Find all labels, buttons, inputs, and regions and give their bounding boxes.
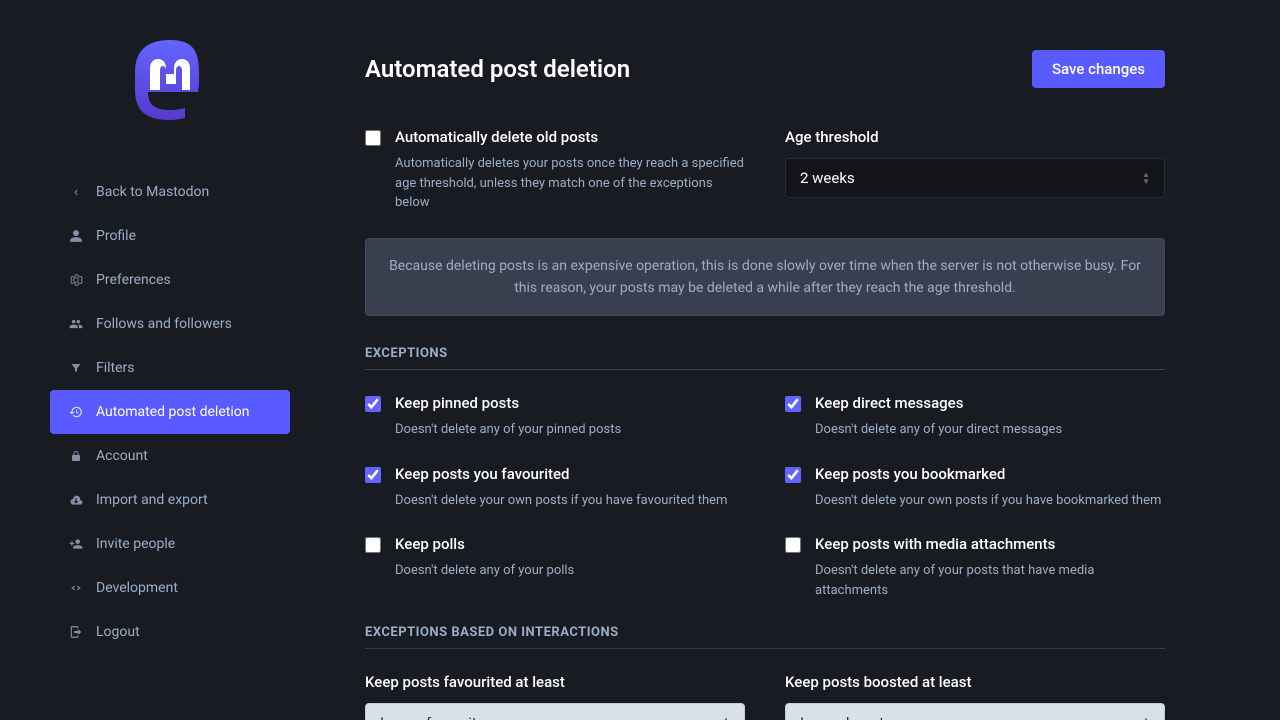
gear-icon [68,273,84,287]
keep-dm-label: Keep direct messages [815,394,1062,412]
nav-label: Back to Mastodon [96,184,209,200]
code-icon [68,581,84,595]
nav-label: Invite people [96,536,175,552]
cloud-download-icon [68,493,84,507]
nav-label: Profile [96,228,136,244]
nav-label: Filters [96,360,135,376]
keep-fav-label: Keep posts you favourited [395,465,727,483]
page-title: Automated post deletion [365,55,630,83]
auto-delete-hint: Automatically deletes your posts once th… [395,154,745,213]
nav-label: Development [96,580,178,596]
keep-dm-hint: Doesn't delete any of your direct messag… [815,420,1062,440]
nav-logout[interactable]: Logout [50,610,290,654]
main-content: Automated post deletion Save changes Aut… [340,0,1280,720]
nav-follows[interactable]: Follows and followers [50,302,290,346]
keep-media-hint: Doesn't delete any of your posts that ha… [815,561,1165,600]
sidebar: ‹ Back to Mastodon Profile Preferences F… [0,0,340,720]
nav-development[interactable]: Development [50,566,290,610]
select-arrows-icon: ▲▼ [1142,171,1150,185]
keep-fav-checkbox[interactable] [365,467,381,483]
nav-profile[interactable]: Profile [50,214,290,258]
select-arrows-icon: ▲▼ [722,716,730,720]
logout-icon [68,625,84,639]
boost-threshold-select[interactable]: Ignore boosts ▲▼ [785,703,1165,720]
keep-pinned-label: Keep pinned posts [395,394,621,412]
lock-icon [68,450,84,462]
keep-bookmark-checkbox[interactable] [785,467,801,483]
keep-fav-hint: Doesn't delete your own posts if you hav… [395,491,727,511]
nav-label: Follows and followers [96,316,232,332]
nav-invite[interactable]: Invite people [50,522,290,566]
save-button[interactable]: Save changes [1032,50,1165,88]
keep-dm-checkbox[interactable] [785,396,801,412]
fav-threshold-label: Keep posts favourited at least [365,673,745,691]
user-plus-icon [68,537,84,551]
nav: ‹ Back to Mastodon Profile Preferences F… [50,170,290,654]
nav-label: Preferences [96,272,171,288]
keep-bookmark-label: Keep posts you bookmarked [815,465,1161,483]
fav-threshold-value: Ignore favourites [380,714,493,720]
boost-threshold-value: Ignore boosts [800,714,892,720]
fav-threshold-select[interactable]: Ignore favourites ▲▼ [365,703,745,720]
history-icon [68,405,84,419]
interactions-header: EXCEPTIONS BASED ON INTERACTIONS [365,625,1165,649]
nav-automated-post-deletion[interactable]: Automated post deletion [50,390,290,434]
keep-bookmark-hint: Doesn't delete your own posts if you hav… [815,491,1161,511]
nav-label: Account [96,448,148,464]
keep-media-label: Keep posts with media attachments [815,535,1165,553]
age-threshold-value: 2 weeks [800,169,855,187]
exceptions-header: EXCEPTIONS [365,346,1165,370]
auto-delete-checkbox[interactable] [365,130,381,146]
keep-pinned-hint: Doesn't delete any of your pinned posts [395,420,621,440]
nav-label: Import and export [96,492,208,508]
user-icon [68,229,84,243]
mastodon-logo-icon [120,30,220,130]
filter-icon [68,362,84,374]
nav-account[interactable]: Account [50,434,290,478]
users-icon [68,317,84,331]
nav-label: Logout [96,624,140,640]
chevron-left-icon: ‹ [68,184,84,200]
keep-polls-checkbox[interactable] [365,537,381,553]
select-arrows-icon: ▲▼ [1142,716,1150,720]
header: Automated post deletion Save changes [365,20,1165,88]
keep-polls-label: Keep polls [395,535,574,553]
nav-filters[interactable]: Filters [50,346,290,390]
nav-label: Automated post deletion [96,404,249,420]
nav-preferences[interactable]: Preferences [50,258,290,302]
auto-delete-label: Automatically delete old posts [395,128,745,146]
age-threshold-select[interactable]: 2 weeks ▲▼ [785,158,1165,198]
keep-pinned-checkbox[interactable] [365,396,381,412]
age-threshold-label: Age threshold [785,128,1165,146]
nav-import-export[interactable]: Import and export [50,478,290,522]
keep-polls-hint: Doesn't delete any of your polls [395,561,574,581]
keep-media-checkbox[interactable] [785,537,801,553]
nav-back[interactable]: ‹ Back to Mastodon [50,170,290,214]
boost-threshold-label: Keep posts boosted at least [785,673,1165,691]
info-box: Because deleting posts is an expensive o… [365,238,1165,317]
